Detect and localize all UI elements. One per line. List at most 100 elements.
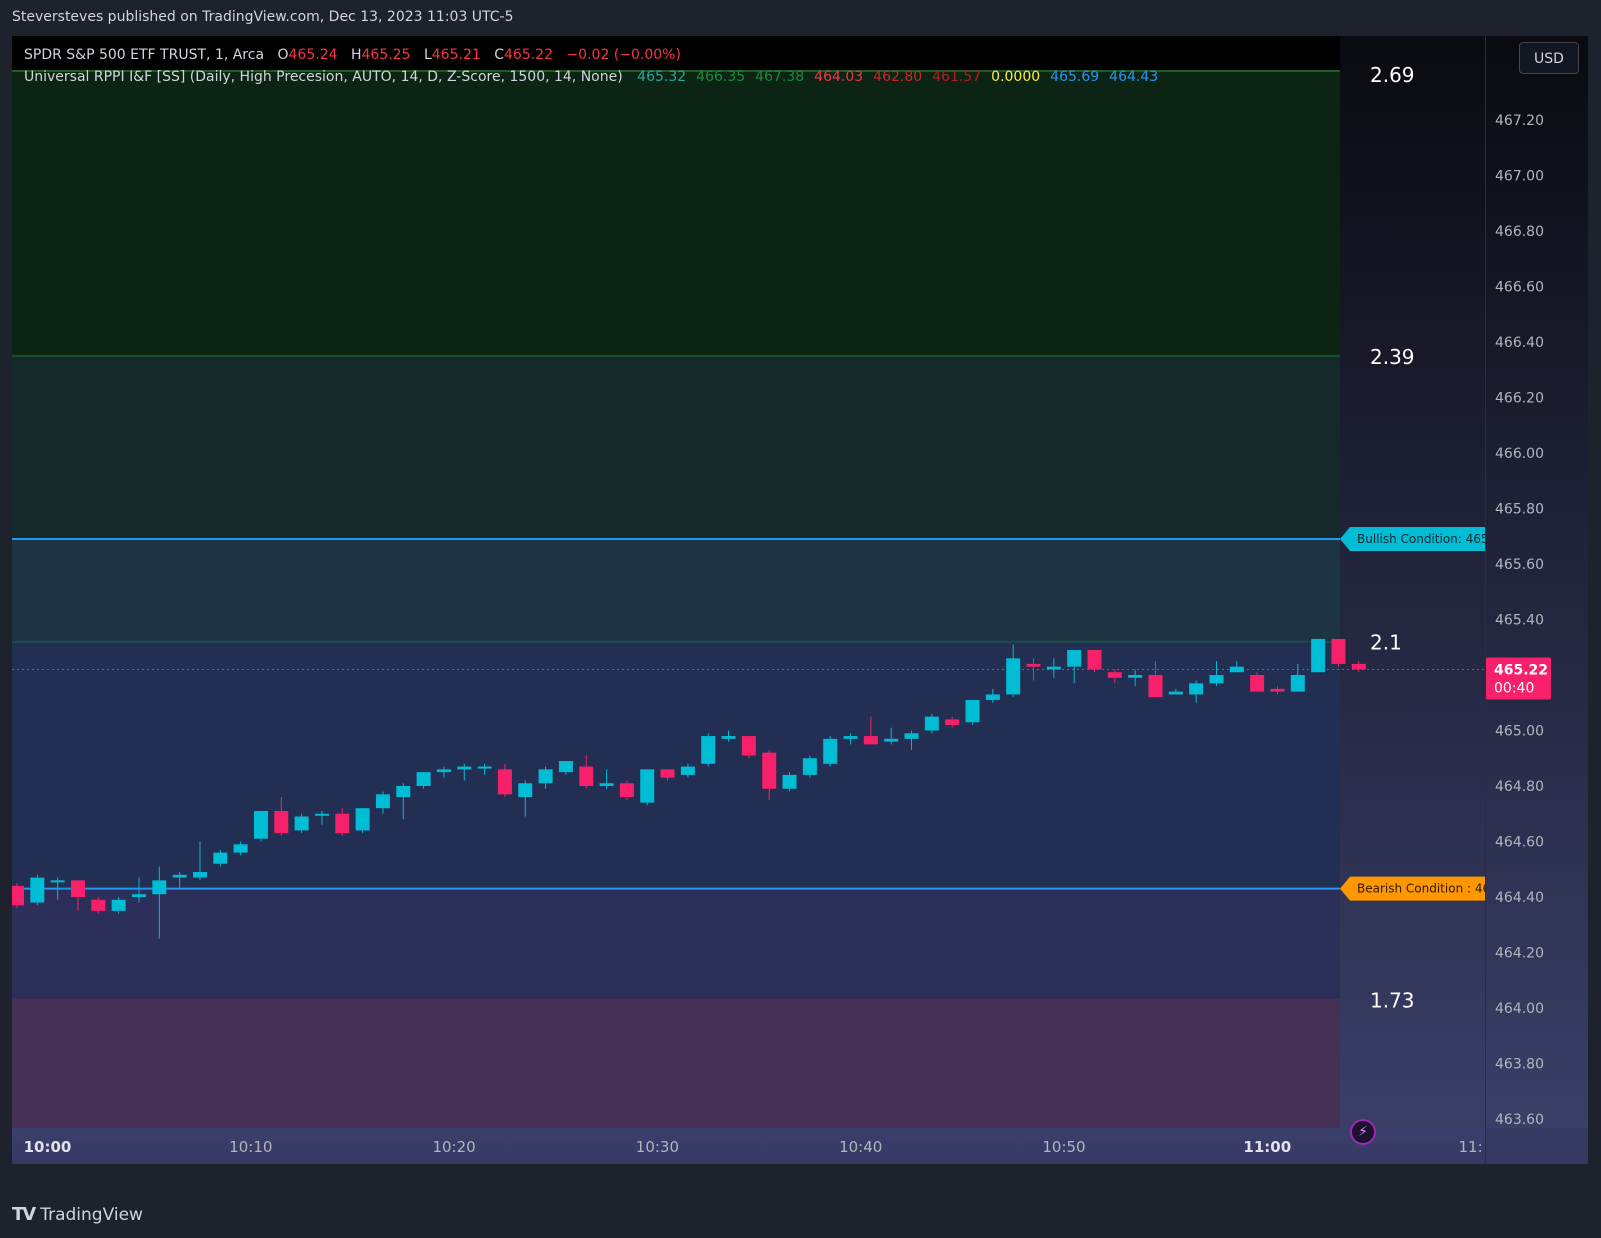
price-axis-tick: 467.20: [1495, 113, 1544, 129]
candle-body: [904, 733, 919, 739]
candle-body: [538, 769, 553, 784]
time-axis-tick: 10:10: [229, 1138, 272, 1156]
legend-open-label: O: [277, 47, 289, 63]
lightning-icon[interactable]: ⚡: [1350, 1119, 1376, 1145]
candle-body: [802, 758, 817, 775]
price-axis-tick: 465.60: [1495, 557, 1544, 573]
zscore-label: 2.1: [1370, 631, 1402, 655]
bearish-condition-tag[interactable]: Bearish Condition : 464: [1340, 876, 1498, 901]
candle-body: [233, 844, 248, 853]
candle-body: [599, 783, 614, 786]
legend-high-label: H: [350, 47, 362, 63]
candle-body: [579, 766, 594, 786]
time-axis-tick: 10:30: [636, 1138, 679, 1156]
bearish-condition-tag-text: Bearish Condition : 464: [1357, 882, 1498, 896]
candle-body: [1026, 663, 1041, 667]
candle-body: [436, 769, 451, 773]
candle-body: [721, 736, 736, 739]
axis-corner: [1486, 1128, 1588, 1164]
candle-body: [213, 852, 228, 864]
candle-body: [314, 813, 329, 816]
legend-low: 465.21: [431, 47, 481, 63]
candle-body: [355, 808, 370, 831]
legend-indicator-title[interactable]: Universal RPPI I&F [SS] (Daily, High Pre…: [24, 69, 623, 85]
zscore-band: [12, 72, 1340, 356]
zscore-band: [12, 999, 1340, 1128]
chart-bottom-spacer: [12, 1164, 1588, 1190]
candle-body: [640, 769, 655, 803]
candle-body: [762, 752, 777, 789]
zscore-label: 1.73: [1370, 989, 1415, 1013]
legend-indicator-row: Universal RPPI I&F [SS] (Daily, High Pre…: [24, 66, 1158, 88]
candle-body: [1148, 675, 1163, 698]
zscore-band: [12, 888, 1340, 1000]
zscore-label: 2.69: [1370, 63, 1415, 87]
candle-body: [782, 774, 797, 789]
time-axis-tick: 10:20: [432, 1138, 475, 1156]
legend-symbol[interactable]: SPDR S&P 500 ETF TRUST, 1, Arca: [24, 47, 264, 63]
zscore-band: [12, 355, 1340, 540]
publisher-line: Steversteves published on TradingView.co…: [12, 9, 514, 25]
bullish-condition-tag[interactable]: Bullish Condition: 465.: [1340, 527, 1492, 552]
time-axis-tick: 11:: [1459, 1138, 1483, 1156]
chart-svg[interactable]: 2.69 2.39 2.1 1.73 467.20 467.00 466.80 466.60…: [12, 36, 1588, 1190]
candle-body: [863, 736, 878, 745]
candle-body: [1290, 675, 1305, 692]
last-price-tag[interactable]: 465.22 00:40: [1486, 657, 1551, 700]
price-axis-tick: 464.80: [1495, 779, 1544, 795]
price-axis-tick: 466.00: [1495, 446, 1544, 462]
tradingview-brand: TradingView: [40, 1204, 143, 1225]
candle-body: [396, 786, 411, 798]
candle-body: [660, 769, 675, 778]
candle-body: [375, 794, 390, 809]
legend-indicator-value: 467.38: [755, 69, 805, 85]
legend-low-label: L: [423, 47, 432, 63]
legend-indicator-value: 464.43: [1109, 69, 1159, 85]
price-axis-tick: 465.00: [1495, 724, 1544, 740]
candle-body: [294, 816, 309, 831]
candle-body: [497, 769, 512, 795]
candle-body: [1168, 691, 1183, 695]
zscore-band: [12, 539, 1340, 642]
candle-body: [131, 894, 146, 897]
price-axis-tick: 465.40: [1495, 613, 1544, 629]
candle-body: [50, 880, 65, 883]
candle-body: [945, 719, 960, 725]
candle-body: [1107, 672, 1122, 678]
zscore-band: [12, 641, 1340, 889]
price-axis-tick: 466.20: [1495, 391, 1544, 407]
price-axis-tick: 464.40: [1495, 890, 1544, 906]
candle-body: [985, 694, 1000, 700]
price-axis-tick: 466.40: [1495, 335, 1544, 351]
chart-frame[interactable]: 2.69 2.39 2.1 1.73 467.20 467.00 466.80 466.60…: [12, 36, 1588, 1190]
legend-indicator-value: 466.35: [696, 69, 746, 85]
candle-body: [741, 736, 756, 756]
candle-body: [965, 699, 980, 723]
candle-body: [619, 783, 634, 798]
zscore-label: 2.39: [1370, 345, 1415, 369]
price-axis-tick: 466.60: [1495, 280, 1544, 296]
candle-body: [416, 772, 431, 786]
candle-body: [192, 872, 207, 878]
candle-body: [274, 810, 289, 834]
tradingview-logo[interactable]: TV TradingView: [12, 1204, 143, 1225]
candle-body: [1229, 666, 1244, 673]
candle-body: [843, 736, 858, 739]
legend-high: 465.25: [361, 47, 411, 63]
candle-body: [1128, 675, 1143, 678]
currency-button[interactable]: USD: [1519, 42, 1579, 74]
candle-body: [924, 716, 939, 731]
time-axis-tick: 10:40: [839, 1138, 882, 1156]
candle-body: [680, 766, 695, 775]
candle-body: [457, 766, 472, 770]
legend-close: 465.22: [504, 47, 553, 63]
legend-open: 465.24: [288, 47, 338, 63]
candle-body: [111, 899, 126, 911]
legend-indicator-value: 465.32: [637, 69, 687, 85]
candle-body: [1046, 666, 1061, 670]
legend-close-label: C: [494, 47, 504, 63]
candle-body: [1209, 675, 1224, 684]
candle-body: [12, 885, 25, 906]
price-axis-tick: 464.60: [1495, 835, 1544, 851]
candle-body: [1331, 638, 1346, 664]
